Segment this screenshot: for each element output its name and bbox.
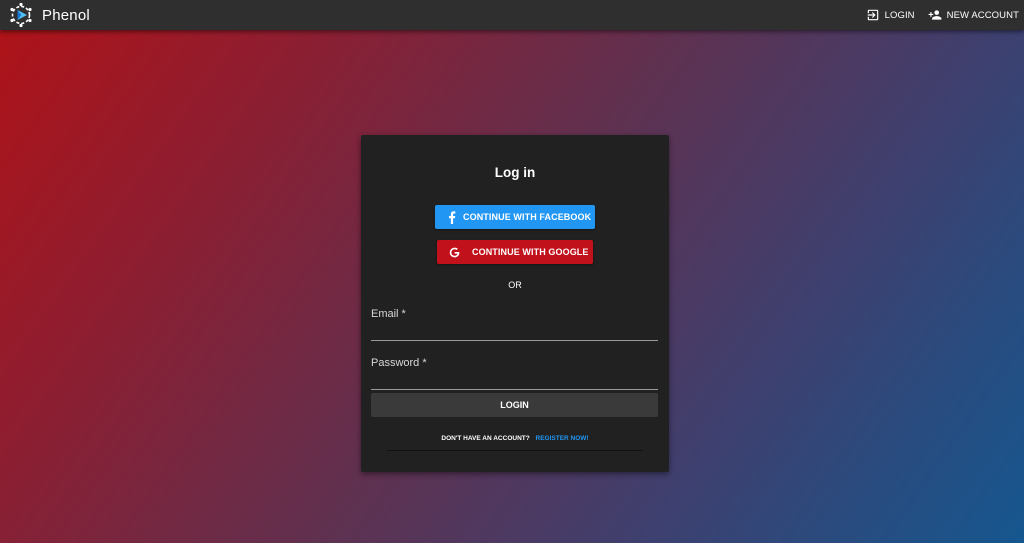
google-icon [447,246,461,259]
register-now-link[interactable]: REGISTER NOW! [536,435,589,442]
password-input[interactable] [371,373,658,390]
app-name: Phenol [42,6,90,24]
nav-new-account-button[interactable]: NEW ACCOUNT [927,8,1019,22]
top-app-bar: Phenol LOGIN NEW ACCOUNT [0,0,1024,30]
email-field: Email * [371,308,658,341]
google-button-label: CONTINUE WITH GOOGLE [472,247,589,257]
password-label: Password * [371,357,427,369]
brand[interactable]: Phenol [8,2,90,28]
or-divider-text: OR [508,280,522,290]
atom-gear-logo-icon [10,2,32,28]
register-prompt: DON'T HAVE AN ACCOUNT? REGISTER NOW! [387,435,643,451]
login-submit-button[interactable]: LOGIN [371,393,658,417]
login-card: Log in CONTINUE WITH FACEBOOK CONTINUE W… [361,135,669,472]
facebook-icon [445,210,459,224]
continue-with-google-button[interactable]: CONTINUE WITH GOOGLE [437,240,593,264]
nav-new-account-label: NEW ACCOUNT [946,9,1019,21]
login-icon [867,9,878,21]
facebook-button-label: CONTINUE WITH FACEBOOK [463,212,592,222]
nav-login-label: LOGIN [884,9,915,21]
email-input[interactable] [371,324,658,341]
no-account-text: DON'T HAVE AN ACCOUNT? [441,435,530,442]
login-title: Log in [494,165,536,180]
continue-with-facebook-button[interactable]: CONTINUE WITH FACEBOOK [435,205,595,229]
password-field: Password * [371,357,658,390]
nav-login-button[interactable]: LOGIN [866,8,915,22]
email-label: Email * [371,308,406,320]
add-person-icon [928,10,942,20]
